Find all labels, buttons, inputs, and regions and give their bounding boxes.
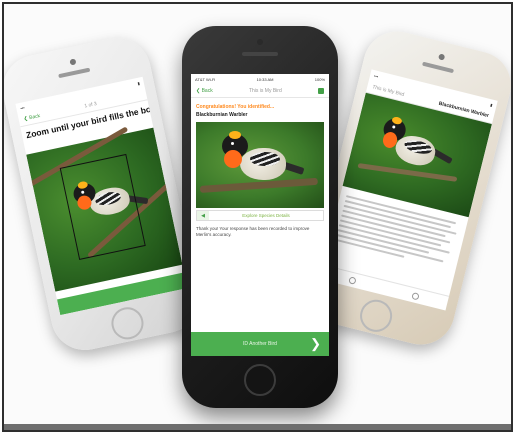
center-screen: AT&T Wi-Fi 10:33 AM 100% ❮ Back This is … (191, 74, 329, 356)
camera (257, 39, 263, 45)
status-bar: AT&T Wi-Fi 10:33 AM 100% (191, 74, 329, 84)
share-icon[interactable] (317, 87, 324, 94)
chevron-right-icon: ❯ (310, 336, 321, 351)
step-indicator: 1 of 3 (83, 100, 98, 109)
battery-label: 100% (314, 76, 325, 82)
id-another-bird-button[interactable]: ID Another Bird ❯ (191, 332, 329, 356)
clock: 10:33 AM (256, 76, 274, 82)
home-button (244, 364, 276, 396)
species-name: Blackburnian Warbler (196, 112, 248, 118)
right-screen: ••• ▮ This is My Bird Blackburnian Warble… (319, 69, 498, 311)
bottom-strip (4, 424, 511, 430)
tab-icon[interactable] (411, 291, 420, 301)
back-button[interactable]: ❮ Back (23, 113, 41, 122)
species-details-row[interactable]: ◀ Explore Species Details (196, 210, 324, 221)
back-button[interactable]: ❮ Back (196, 88, 213, 94)
speaker (422, 61, 455, 74)
bird-photo[interactable] (21, 126, 183, 292)
tab-icon[interactable] (348, 275, 357, 285)
bird-photo-center (196, 122, 324, 208)
phone-center: AT&T Wi-Fi 10:33 AM 100% ❮ Back This is … (182, 26, 338, 408)
species-details-link[interactable]: Explore Species Details (209, 213, 323, 218)
camera (438, 53, 446, 61)
left-screen: ••• ▮ ❮ Back 1 of 3 Zoom until your bird … (15, 76, 188, 316)
congrats-heading: Congratulations! You identified... (196, 104, 275, 110)
phone-left: ••• ▮ ❮ Back 1 of 3 Zoom until your bird … (4, 31, 206, 357)
home-button (108, 304, 147, 343)
promo-image: ••• ▮ ❮ Back 1 of 3 Zoom until your bird … (2, 2, 513, 432)
carrier-label: AT&T Wi-Fi (195, 76, 216, 82)
thank-you-message: Thank you! Your response has been record… (196, 226, 310, 237)
nav-title: This is My Bird (248, 87, 282, 94)
play-icon[interactable]: ◀ (197, 211, 209, 220)
crop-box[interactable] (59, 153, 146, 260)
home-button (356, 296, 396, 336)
camera (69, 58, 77, 66)
center-navbar: ❮ Back This is My Bird (191, 84, 329, 98)
speaker (242, 52, 278, 56)
id-another-bird-label: ID Another Bird (243, 341, 277, 347)
speaker (58, 67, 91, 79)
